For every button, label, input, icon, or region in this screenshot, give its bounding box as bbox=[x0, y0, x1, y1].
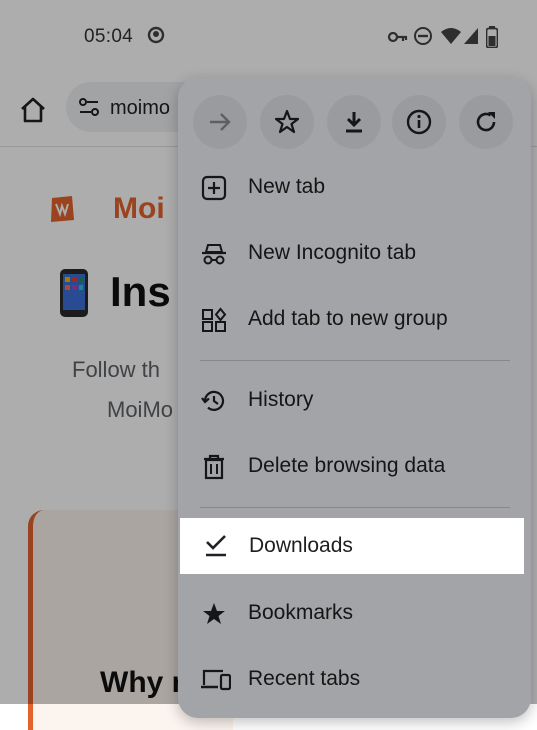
menu-item-downloads[interactable]: Downloads bbox=[180, 518, 524, 574]
overflow-menu: New tab New Incognito tab Add tab to new… bbox=[178, 78, 531, 718]
downloads-check-icon bbox=[203, 533, 229, 559]
menu-dim-overlay bbox=[178, 78, 531, 718]
menu-item-label: Downloads bbox=[249, 534, 353, 557]
